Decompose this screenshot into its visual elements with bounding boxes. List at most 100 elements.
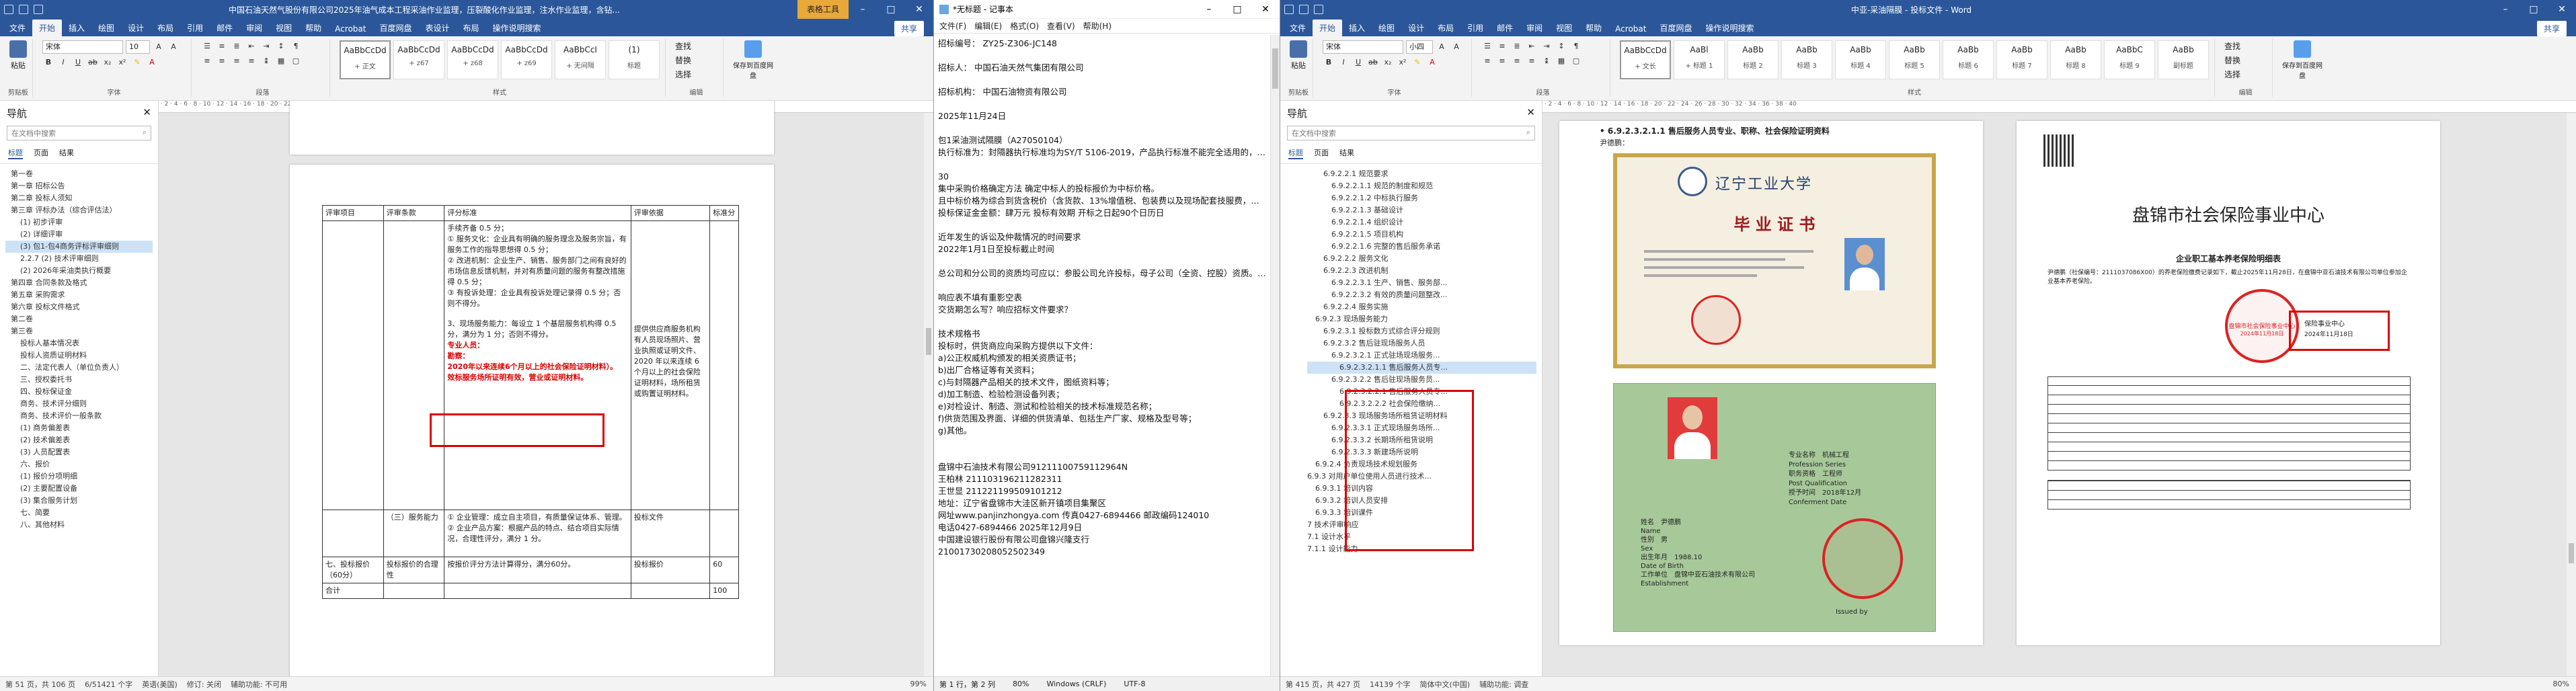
nav-item[interactable]: 投标人基本情况表 — [5, 337, 153, 350]
save-to-baidu-button[interactable]: 保存到百度网盘 — [733, 40, 773, 80]
font-size-select[interactable]: 10 — [126, 40, 150, 54]
highlight-icon[interactable]: ✎ — [1411, 56, 1423, 69]
nav-item[interactable]: 投标人资质证明材料 — [5, 350, 153, 362]
minimize-icon[interactable]: – — [849, 4, 877, 15]
word-count[interactable]: 6/51421 个字 — [85, 679, 132, 690]
nav-search-input[interactable]: 在文档中搜索 ⌕ — [7, 126, 151, 140]
nav-item[interactable]: 三、授权委托书 — [5, 374, 153, 386]
tab-9[interactable]: 视图 — [269, 19, 299, 36]
nav-item[interactable]: 商务、技术评价一般条款 — [5, 410, 153, 422]
tab-10[interactable]: 帮助 — [299, 19, 328, 36]
nav-item[interactable]: 6.9.2.2.2 服务文化 — [1307, 253, 1536, 265]
zoom-level[interactable]: 80% — [2553, 680, 2569, 688]
nav-item[interactable]: 第二章 投标人须知 — [5, 192, 153, 204]
borders-icon[interactable]: ▢ — [290, 55, 302, 67]
tab-13[interactable]: 操作说明搜索 — [1699, 19, 1760, 36]
nav-item[interactable]: 6.9.2.2.1.5 项目机构 — [1307, 229, 1536, 241]
style-1[interactable]: AaBl + 标题 1 — [1674, 40, 1725, 79]
nav-item[interactable]: 四、投标保证金 — [5, 386, 153, 398]
style-5[interactable]: (1) 标题 — [609, 40, 660, 79]
shading-icon[interactable]: ▦ — [275, 55, 287, 67]
tab-14[interactable]: 布局 — [457, 19, 486, 36]
nav-item[interactable]: 第六章 投标文件格式 — [5, 301, 153, 313]
replace-button[interactable]: 替换 — [675, 54, 691, 66]
maximize-icon[interactable]: □ — [877, 4, 905, 15]
nav-item[interactable]: 6.9.2.2.4 服务实施 — [1307, 301, 1536, 313]
style-9[interactable]: AaBbC 标题 9 — [2104, 40, 2155, 79]
font-name-select[interactable]: 宋体 — [1323, 40, 1403, 54]
word-count[interactable]: 14139 个字 — [1370, 679, 1411, 690]
autosave-icon[interactable] — [1284, 5, 1294, 14]
tab-12[interactable]: 百度网盘 — [1653, 19, 1699, 36]
nav-item[interactable]: 6.9.2.2.3.2 有效的质量问题整改... — [1307, 289, 1536, 301]
nav-item[interactable]: 6.9.2.2.3.1 生产、销售、服务部... — [1307, 277, 1536, 289]
nav-search-input[interactable]: 在文档中搜索 ⌕ — [1287, 126, 1535, 140]
style-3[interactable]: AaBbCcDd + z69 — [501, 40, 552, 79]
bullets-icon[interactable]: ☰ — [1481, 40, 1493, 52]
nav-item[interactable]: 第五章 采购需求 — [5, 289, 153, 301]
tab-1[interactable]: 开始 — [32, 19, 63, 36]
maximize-icon[interactable]: □ — [1223, 4, 1251, 15]
style-0[interactable]: AaBbCcDd + 文长 — [1620, 40, 1671, 79]
nav-item[interactable]: 第一卷 — [5, 168, 153, 180]
undo-icon[interactable] — [1314, 5, 1323, 14]
language[interactable]: 简体中文(中国) — [1419, 679, 1470, 690]
tab-5[interactable]: 布局 — [1431, 19, 1460, 36]
nav-tab-pages[interactable]: 页面 — [1314, 147, 1329, 159]
tab-7[interactable]: 邮件 — [1490, 19, 1520, 36]
nav-item[interactable]: (2) 2026年采油类执行概要 — [5, 265, 153, 277]
line-spacing-icon[interactable]: ↨ — [260, 55, 272, 67]
close-icon[interactable]: ✕ — [2548, 4, 2576, 15]
menu-item-1[interactable]: 编辑(E) — [974, 20, 1002, 32]
nav-item[interactable]: 六、报价 — [5, 458, 153, 471]
tab-4[interactable]: 设计 — [1401, 19, 1431, 36]
tab-1[interactable]: 开始 — [1313, 19, 1343, 36]
nav-item[interactable]: 第三章 评标办法（综合评估法） — [5, 204, 153, 216]
nav-item[interactable]: (2) 详细评审 — [5, 229, 153, 241]
save-icon[interactable] — [19, 5, 28, 14]
nav-item[interactable]: 6.9.2.2.1 规范要求 — [1307, 168, 1536, 180]
tab-6[interactable]: 引用 — [180, 19, 210, 36]
font-size-select[interactable]: 小四 — [1406, 40, 1433, 54]
justify-icon[interactable]: ≡ — [245, 55, 258, 67]
nav-item[interactable]: 6.9.2.2.1.4 组织设计 — [1307, 216, 1536, 229]
subscript-icon[interactable]: x₂ — [1382, 56, 1394, 69]
bold-icon[interactable]: B — [1323, 56, 1335, 69]
align-right-icon[interactable]: ≡ — [231, 55, 243, 67]
subscript-icon[interactable]: x₂ — [102, 56, 114, 69]
save-icon[interactable] — [1299, 5, 1309, 14]
nav-item[interactable]: 6.9.2.3.2.1 正式驻场现场服务... — [1307, 350, 1536, 362]
nav-item[interactable]: 八、其他材料 — [5, 519, 153, 531]
nav-tab-pages[interactable]: 页面 — [34, 147, 48, 159]
underline-icon[interactable]: U — [1352, 56, 1364, 69]
tab-2[interactable]: 插入 — [62, 19, 91, 36]
italic-icon[interactable]: I — [57, 56, 69, 69]
page-count[interactable]: 第 51 页，共 106 页 — [5, 679, 75, 690]
nav-item[interactable]: 第三卷 — [5, 325, 153, 337]
nav-item[interactable]: 6.9.2.2.1.6 完整的售后服务承诺 — [1307, 241, 1536, 253]
nav-item[interactable]: 商务、技术评分细则 — [5, 398, 153, 410]
nav-item[interactable]: 6.9.2.3.2.2 售后驻现场服务员... — [1307, 374, 1536, 386]
superscript-icon[interactable]: x² — [116, 56, 128, 69]
nav-tab-results[interactable]: 结果 — [1339, 147, 1354, 159]
nav-item[interactable]: 二、法定代表人（单位负责人） — [5, 362, 153, 374]
find-button[interactable]: 查找 — [2224, 40, 2240, 52]
align-left-icon[interactable]: ≡ — [201, 55, 213, 67]
tab-2[interactable]: 插入 — [1342, 19, 1372, 36]
accessibility[interactable]: 辅助功能: 不可用 — [231, 679, 287, 690]
nav-item[interactable]: 第四章 合同条款及格式 — [5, 277, 153, 289]
multilevel-icon[interactable]: ≣ — [231, 40, 243, 52]
nav-tab-results[interactable]: 结果 — [59, 147, 74, 159]
replace-button[interactable]: 替换 — [2224, 54, 2240, 66]
underline-icon[interactable]: U — [72, 56, 84, 69]
tab-11[interactable]: Acrobat — [1608, 22, 1653, 36]
style-8[interactable]: AaBb 标题 8 — [2050, 40, 2101, 79]
tab-0[interactable]: 文件 — [1283, 19, 1313, 36]
share-button[interactable]: 共享 — [2536, 21, 2567, 36]
strikethrough-icon[interactable]: ab — [1367, 56, 1379, 69]
nav-item[interactable]: 6.9.2.3.2.1.1 售后服务人员专... — [1307, 362, 1536, 374]
superscript-icon[interactable]: x² — [1397, 56, 1409, 69]
highlight-icon[interactable]: ✎ — [131, 56, 143, 69]
tab-4[interactable]: 设计 — [121, 19, 151, 36]
vertical-scrollbar[interactable] — [1270, 35, 1280, 676]
